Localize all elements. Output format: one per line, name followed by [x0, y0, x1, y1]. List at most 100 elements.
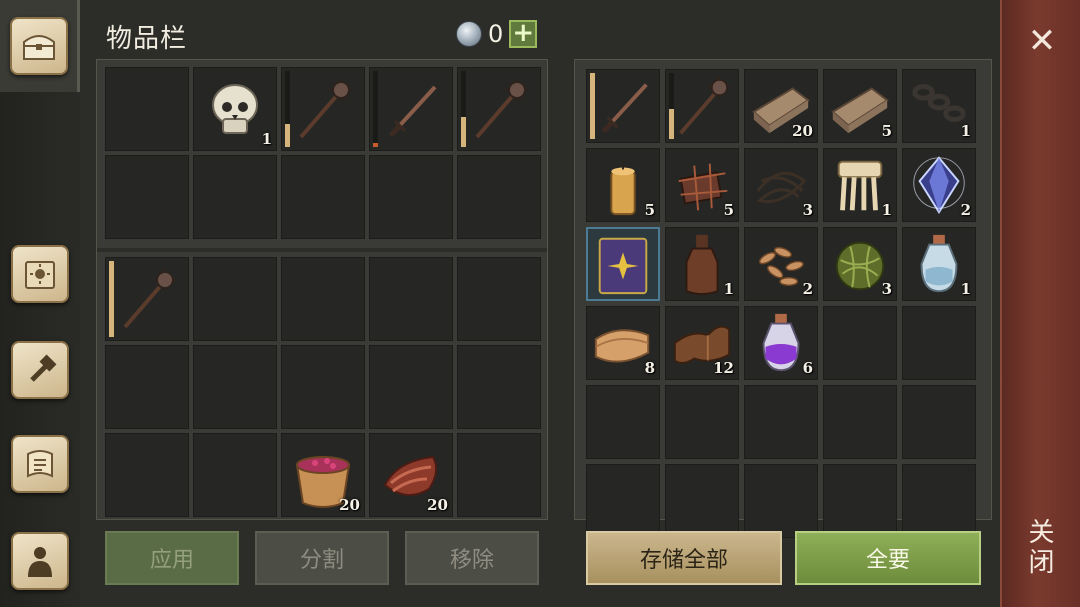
storage-empty-slot[interactable]: [586, 385, 660, 459]
item-quantity: 1: [881, 201, 892, 219]
storage-slot[interactable]: 1: [665, 227, 739, 301]
item-quantity: 12: [713, 359, 734, 377]
inventory-slot[interactable]: 20: [369, 433, 453, 517]
storage-slot[interactable]: 20: [744, 69, 818, 143]
inventory-empty-slot[interactable]: [457, 345, 541, 429]
grid-divider: [97, 248, 547, 252]
tab-inventory[interactable]: [0, 0, 80, 92]
storage-slot[interactable]: 1: [823, 148, 897, 222]
storage-empty-slot[interactable]: [586, 464, 660, 538]
inventory-empty-slot[interactable]: [193, 257, 277, 341]
storage-empty-slot[interactable]: [902, 306, 976, 380]
storage-slot[interactable]: 3: [744, 148, 818, 222]
add-currency-button[interactable]: +: [509, 20, 538, 48]
item-quantity: 2: [802, 280, 813, 298]
storage-slot[interactable]: 1: [902, 69, 976, 143]
close-label: 关闭: [1024, 518, 1054, 578]
inventory-empty-slot[interactable]: [105, 433, 189, 517]
tab-crafting[interactable]: [0, 228, 80, 320]
inventory-slot[interactable]: 1: [193, 67, 277, 151]
inventory-empty-slot[interactable]: [281, 257, 365, 341]
item-quantity: 6: [802, 359, 813, 377]
tab-building[interactable]: [0, 324, 80, 416]
build-hammer-icon: [11, 341, 69, 399]
storage-slot[interactable]: 5: [586, 148, 660, 222]
storage-slot[interactable]: 5: [665, 148, 739, 222]
inventory-empty-slot[interactable]: [193, 155, 277, 239]
inventory-empty-slot[interactable]: [193, 433, 277, 517]
inventory-empty-slot[interactable]: [457, 433, 541, 517]
inventory-empty-slot[interactable]: [369, 155, 453, 239]
currency-display: 0 +: [456, 18, 538, 50]
inventory-empty-slot[interactable]: [281, 155, 365, 239]
inventory-empty-slot[interactable]: [369, 257, 453, 341]
item-quantity: 20: [792, 122, 813, 140]
item-quantity: 8: [644, 359, 655, 377]
skull-icon: [212, 84, 258, 134]
inventory-equipment-grid: 1: [105, 67, 541, 239]
split-button[interactable]: 分割: [255, 531, 389, 585]
storage-slot[interactable]: 8: [586, 306, 660, 380]
storage-slot[interactable]: 1: [902, 227, 976, 301]
chest-icon: [9, 17, 68, 75]
inventory-slot[interactable]: [369, 67, 453, 151]
storage-slot[interactable]: [586, 227, 660, 301]
item-quantity: 20: [339, 496, 360, 514]
storage-empty-slot[interactable]: [902, 464, 976, 538]
item-quantity: 1: [960, 122, 971, 140]
storage-slot[interactable]: 12: [665, 306, 739, 380]
sword-icon: [389, 85, 437, 137]
inventory-slot[interactable]: [281, 67, 365, 151]
item-quantity: 20: [427, 496, 448, 514]
storage-empty-slot[interactable]: [823, 385, 897, 459]
store-all-button[interactable]: 存储全部: [586, 531, 782, 585]
tab-character[interactable]: [0, 515, 80, 607]
inventory-empty-slot[interactable]: [281, 345, 365, 429]
item-quantity: 5: [881, 122, 892, 140]
storage-empty-slot[interactable]: [744, 385, 818, 459]
inventory-slot[interactable]: [105, 257, 189, 341]
take-all-button[interactable]: 全要: [795, 531, 981, 585]
currency-count: 0: [488, 20, 504, 48]
storage-slot[interactable]: 2: [744, 227, 818, 301]
storage-slot[interactable]: 3: [823, 227, 897, 301]
mace-icon: [299, 78, 353, 139]
storage-grid: 20 5 1 5 5 3 1 2 1 2 3 1 8 12 6: [586, 69, 976, 538]
sword-icon: [601, 83, 648, 133]
storage-slot[interactable]: 2: [902, 148, 976, 222]
storage-empty-slot[interactable]: [902, 385, 976, 459]
storage-slot[interactable]: [586, 69, 660, 143]
apply-button[interactable]: 应用: [105, 531, 239, 585]
close-sidebar[interactable]: ✕ 关闭: [1000, 0, 1080, 607]
storage-slot[interactable]: 6: [744, 306, 818, 380]
tab-quests[interactable]: [0, 418, 80, 510]
inventory-empty-slot[interactable]: [457, 155, 541, 239]
inventory-empty-slot[interactable]: [105, 67, 189, 151]
item-quantity: 3: [881, 280, 892, 298]
inventory-slot[interactable]: 20: [281, 433, 365, 517]
storage-empty-slot[interactable]: [823, 464, 897, 538]
storage-slot[interactable]: 5: [823, 69, 897, 143]
inventory-empty-slot[interactable]: [193, 345, 277, 429]
quest-scroll-icon: [11, 435, 69, 493]
item-quantity: 5: [723, 201, 734, 219]
character-icon: [11, 532, 69, 590]
magic-book-icon: [598, 237, 648, 295]
storage-slot[interactable]: [665, 69, 739, 143]
item-quantity: 3: [802, 201, 813, 219]
mace-icon: [123, 268, 177, 329]
close-icon[interactable]: ✕: [1024, 24, 1060, 60]
inventory-slot[interactable]: [457, 67, 541, 151]
item-quantity: 5: [644, 201, 655, 219]
storage-empty-slot[interactable]: [665, 385, 739, 459]
item-quantity: 1: [723, 280, 734, 298]
inventory-empty-slot[interactable]: [105, 345, 189, 429]
inventory-empty-slot[interactable]: [105, 155, 189, 239]
inventory-empty-slot[interactable]: [457, 257, 541, 341]
gem-icon: [456, 21, 482, 47]
storage-empty-slot[interactable]: [744, 464, 818, 538]
storage-empty-slot[interactable]: [665, 464, 739, 538]
inventory-empty-slot[interactable]: [369, 345, 453, 429]
remove-button[interactable]: 移除: [405, 531, 539, 585]
storage-empty-slot[interactable]: [823, 306, 897, 380]
